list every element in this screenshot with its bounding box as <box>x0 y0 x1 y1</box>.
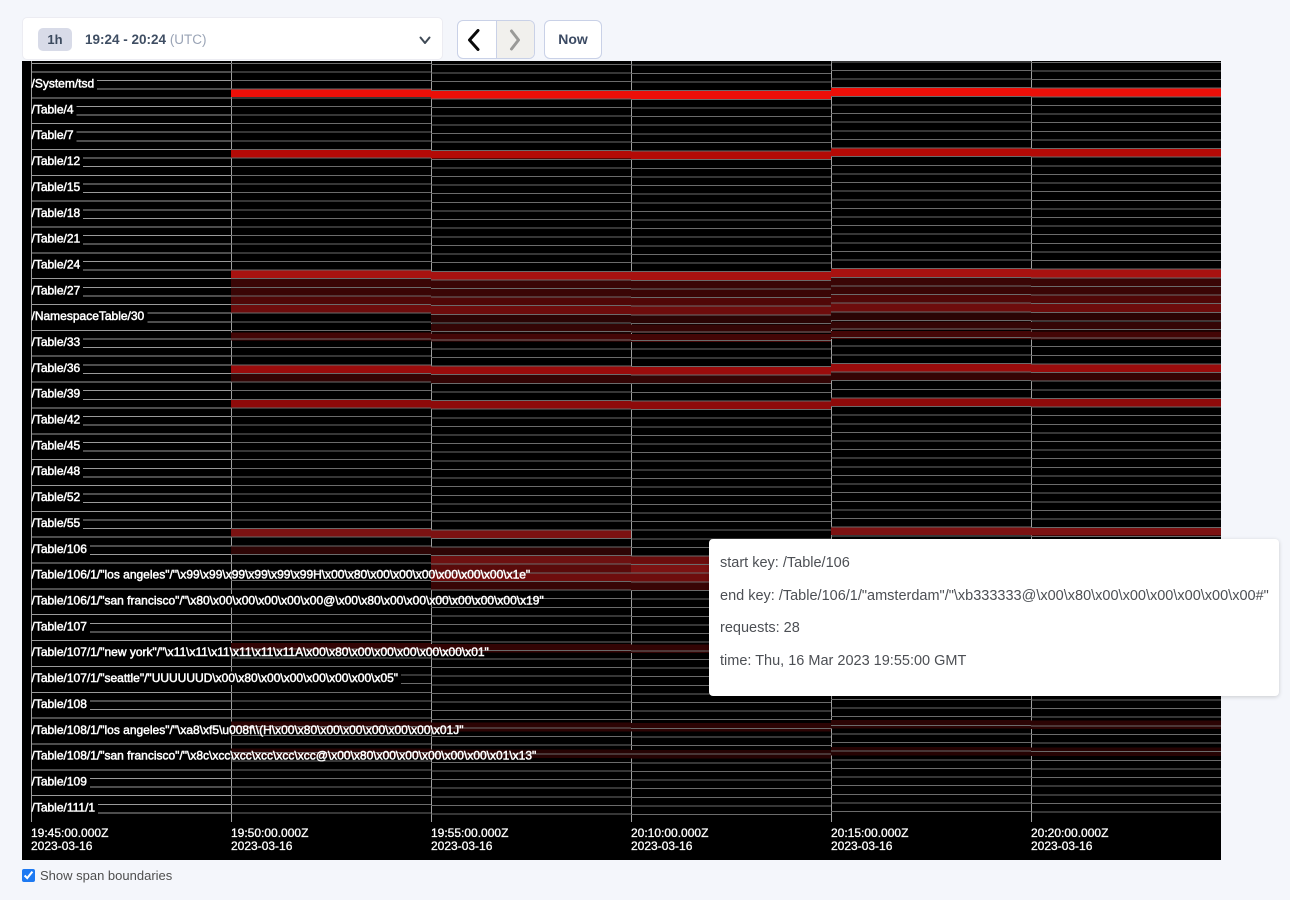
svg-text:/Table/36: /Table/36 <box>32 361 81 375</box>
svg-text:/Table/12: /Table/12 <box>32 154 81 168</box>
svg-text:/Table/27: /Table/27 <box>32 283 81 297</box>
svg-text:/Table/45: /Table/45 <box>32 438 81 452</box>
svg-text:/Table/108: /Table/108 <box>32 697 88 711</box>
svg-text:/Table/48: /Table/48 <box>32 464 81 478</box>
svg-text:/Table/55: /Table/55 <box>32 516 81 530</box>
svg-text:/Table/107/1/"new york"/"\x11\: /Table/107/1/"new york"/"\x11\x11\x11\x1… <box>32 645 489 659</box>
svg-text:/Table/107/1/"seattle"/"UUUUUU: /Table/107/1/"seattle"/"UUUUUUD\x00\x80\… <box>32 671 399 685</box>
svg-text:/Table/108/1/"san francisco"/": /Table/108/1/"san francisco"/"\x8c\xcc\x… <box>32 749 537 763</box>
svg-text:/Table/7: /Table/7 <box>32 128 74 142</box>
svg-text:2023-03-16: 2023-03-16 <box>831 839 893 853</box>
svg-text:/Table/24: /Table/24 <box>32 258 81 272</box>
svg-text:/Table/107: /Table/107 <box>32 619 88 633</box>
svg-text:/Table/39: /Table/39 <box>32 387 81 401</box>
svg-text:/Table/109: /Table/109 <box>32 775 88 789</box>
svg-text:/Table/21: /Table/21 <box>32 232 81 246</box>
svg-text:/Table/15: /Table/15 <box>32 180 81 194</box>
svg-text:/Table/33: /Table/33 <box>32 335 81 349</box>
svg-text:/Table/18: /Table/18 <box>32 206 81 220</box>
svg-text:2023-03-16: 2023-03-16 <box>431 839 493 853</box>
svg-text:2023-03-16: 2023-03-16 <box>1031 839 1093 853</box>
svg-text:2023-03-16: 2023-03-16 <box>31 839 93 853</box>
svg-text:/Table/4: /Table/4 <box>32 102 74 116</box>
svg-text:/Table/106: /Table/106 <box>32 542 88 556</box>
svg-text:/Table/42: /Table/42 <box>32 413 81 427</box>
svg-text:/Table/111/1: /Table/111/1 <box>32 800 96 814</box>
svg-text:/System/tsd: /System/tsd <box>32 77 95 91</box>
svg-text:/Table/106/1/"san francisco"/": /Table/106/1/"san francisco"/"\x80\x00\x… <box>32 594 544 608</box>
svg-text:2023-03-16: 2023-03-16 <box>231 839 293 853</box>
svg-text:/NamespaceTable/30: /NamespaceTable/30 <box>32 309 145 323</box>
svg-text:/Table/52: /Table/52 <box>32 490 81 504</box>
svg-text:/Table/108/1/"los angeles"/"\x: /Table/108/1/"los angeles"/"\xa8\xf5\u00… <box>32 723 464 737</box>
svg-text:/Table/106/1/"los angeles"/"\x: /Table/106/1/"los angeles"/"\x99\x99\x99… <box>32 568 531 582</box>
svg-text:2023-03-16: 2023-03-16 <box>631 839 693 853</box>
